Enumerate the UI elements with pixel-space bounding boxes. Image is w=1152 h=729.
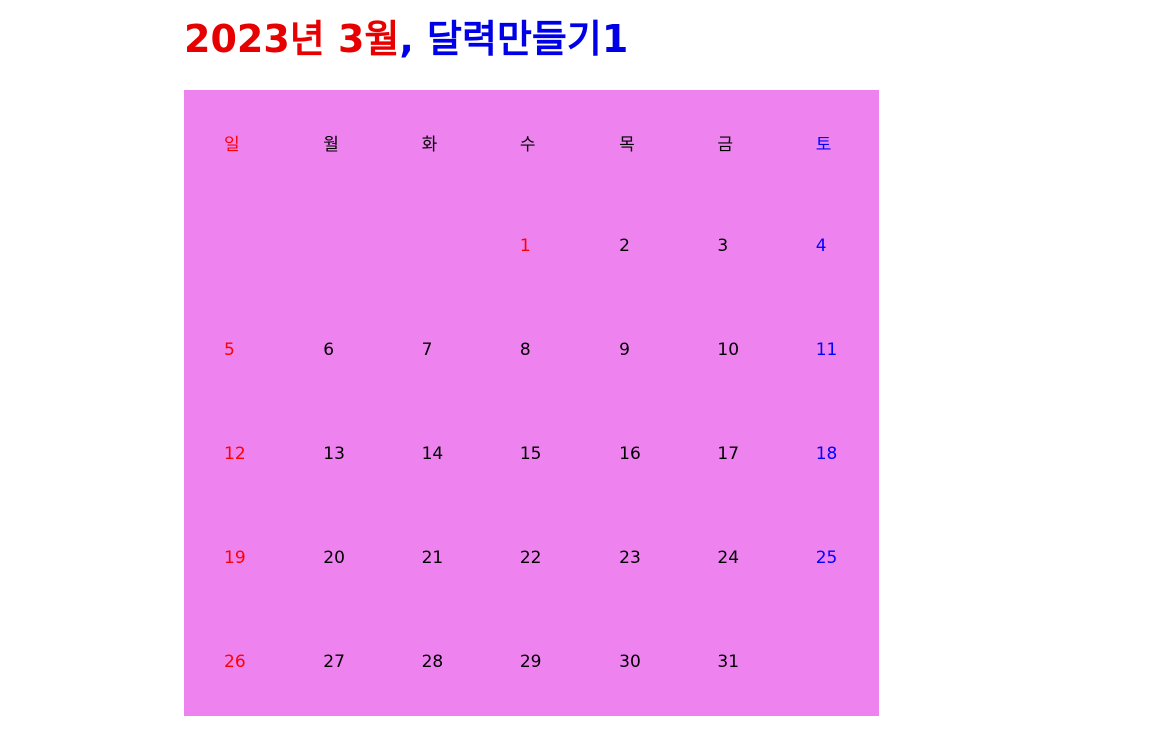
calendar-day-cell: 11 bbox=[815, 340, 838, 360]
calendar: 일 월 화 수 목 금 토 1 2 3 4 5 6 7 8 9 10 11 12… bbox=[184, 90, 879, 716]
calendar-day-cell: 19 bbox=[224, 548, 246, 568]
calendar-day-cell: 28 bbox=[421, 652, 444, 672]
calendar-day-cell: 31 bbox=[717, 652, 740, 672]
calendar-day-cell: 29 bbox=[519, 652, 542, 672]
calendar-week-row: 26 27 28 29 30 31 bbox=[184, 610, 879, 714]
calendar-day-cell: 25 bbox=[815, 548, 838, 568]
calendar-day-cell: 22 bbox=[519, 548, 542, 568]
calendar-day-cell: 15 bbox=[519, 444, 542, 464]
calendar-day-cell: 26 bbox=[224, 652, 246, 672]
calendar-day-cell bbox=[780, 610, 879, 714]
title-separator: , bbox=[399, 17, 414, 61]
calendar-day-cell: 20 bbox=[323, 548, 345, 568]
calendar-day-cell: 21 bbox=[421, 548, 444, 568]
page-title: 2023년 3월, 달력만들기1 bbox=[184, 12, 628, 66]
calendar-week-row: 12 13 14 15 16 17 18 bbox=[184, 402, 879, 506]
calendar-week-row: 19 20 21 22 23 24 25 bbox=[184, 506, 879, 610]
calendar-day-cell: 24 bbox=[717, 548, 740, 568]
weekday-header-sun: 일 bbox=[224, 134, 240, 155]
calendar-day-cell: 14 bbox=[421, 444, 444, 464]
calendar-day-cell: 18 bbox=[815, 444, 838, 464]
calendar-day-cell: 4 bbox=[815, 236, 827, 256]
weekday-header-mon: 월 bbox=[323, 134, 339, 155]
weekday-header-tue: 화 bbox=[421, 134, 438, 155]
weekday-header-row: 일 월 화 수 목 금 토 bbox=[184, 90, 879, 194]
calendar-day-cell: 23 bbox=[619, 548, 641, 568]
page: 2023년 3월, 달력만들기1 일 월 화 수 목 금 토 1 2 3 4 5… bbox=[0, 0, 1152, 729]
calendar-day-cell: 8 bbox=[519, 340, 531, 360]
calendar-day-cell: 17 bbox=[717, 444, 740, 464]
calendar-day-cell: 1 bbox=[519, 236, 531, 256]
calendar-day-cell: 2 bbox=[619, 236, 630, 256]
calendar-table: 일 월 화 수 목 금 토 1 2 3 4 5 6 7 8 9 10 11 12… bbox=[184, 90, 879, 714]
calendar-day-cell: 5 bbox=[224, 340, 235, 360]
calendar-day-cell: 12 bbox=[224, 444, 246, 464]
calendar-day-cell: 16 bbox=[619, 444, 641, 464]
calendar-week-row: 1 2 3 4 bbox=[184, 194, 879, 298]
calendar-day-cell: 10 bbox=[717, 340, 740, 360]
weekday-header-thu: 목 bbox=[619, 134, 635, 155]
calendar-day-cell bbox=[383, 194, 482, 298]
calendar-day-cell: 13 bbox=[323, 444, 345, 464]
title-date: 2023년 3월 bbox=[184, 17, 400, 61]
weekday-header-wed: 수 bbox=[519, 134, 536, 155]
title-subtitle: 달력만들기1 bbox=[427, 17, 629, 61]
calendar-day-cell: 6 bbox=[323, 340, 335, 360]
calendar-day-cell: 3 bbox=[717, 236, 729, 256]
calendar-week-row: 5 6 7 8 9 10 11 bbox=[184, 298, 879, 402]
calendar-day-cell: 30 bbox=[619, 652, 641, 672]
weekday-header-fri: 금 bbox=[717, 134, 734, 155]
weekday-header-sat: 토 bbox=[815, 134, 832, 155]
calendar-day-cell bbox=[283, 194, 382, 298]
calendar-day-cell: 27 bbox=[323, 652, 345, 672]
calendar-day-cell bbox=[184, 194, 283, 298]
calendar-day-cell: 9 bbox=[619, 340, 630, 360]
calendar-day-cell: 7 bbox=[421, 340, 433, 360]
